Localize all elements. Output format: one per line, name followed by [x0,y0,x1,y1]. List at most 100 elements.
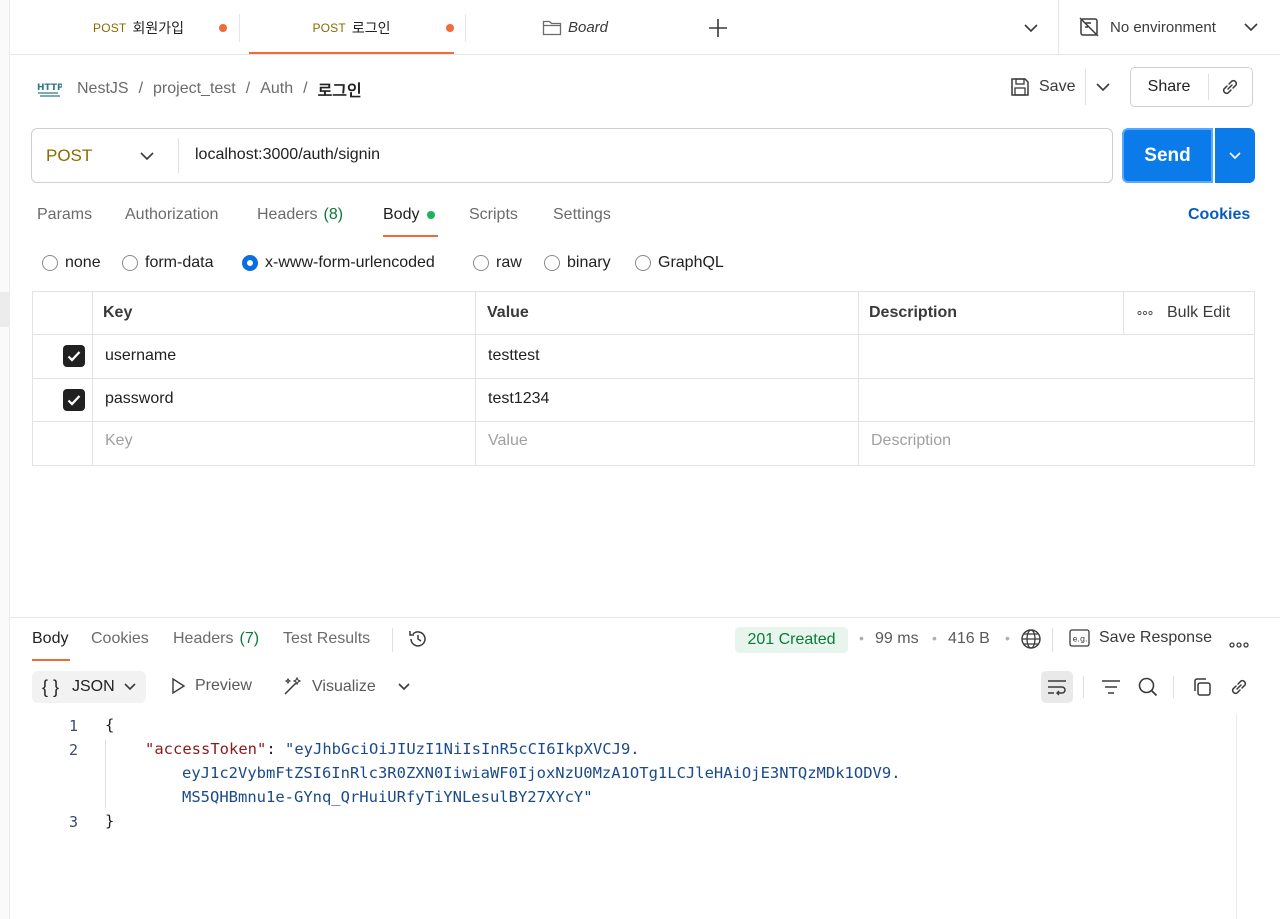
active-tab-indicator [249,52,454,54]
visualize-label: Visualize [312,677,376,695]
response-tab-test-results[interactable]: Test Results [283,630,370,648]
preview-label: Preview [195,677,252,694]
wrap-lines-icon [1046,677,1068,702]
new-value-input[interactable]: Value [488,432,528,450]
visualize-button[interactable]: Visualize [282,676,376,697]
radio-graphql[interactable] [635,255,651,271]
new-description-input[interactable]: Description [871,432,951,450]
json-open-brace: { [105,716,115,734]
param-value[interactable]: test1234 [488,390,549,408]
url-input[interactable]: localhost:3000/auth/signin [195,146,380,164]
tab-method: POST [312,20,346,35]
row-checkbox[interactable] [63,345,85,367]
response-tab-cookies[interactable]: Cookies [91,630,149,648]
preview-button[interactable]: Preview [170,677,252,695]
new-tab-plus-icon[interactable] [707,17,729,44]
save-response-button[interactable]: e.g. Save Response [1069,629,1212,647]
tabs-overflow-chevron-icon[interactable] [1022,20,1040,41]
bulk-edit-button[interactable]: Bulk Edit [1137,304,1230,322]
response-tab-headers[interactable]: Headers (7) [173,630,259,648]
tab-body[interactable]: Body [383,206,436,224]
history-icon[interactable] [407,628,429,655]
response-size[interactable]: 416 B [948,630,990,648]
param-key[interactable]: username [105,347,176,365]
radio-binary[interactable] [544,255,560,271]
search-icon[interactable] [1137,676,1159,703]
link-icon[interactable] [1228,676,1250,703]
unsaved-dot-icon [446,24,454,32]
radio-raw-label: raw [496,254,522,271]
http-request-icon: HTTP [36,76,64,103]
body-active-dot-icon [427,211,436,219]
meta-separator: • [859,630,864,646]
visualize-options-chevron-icon[interactable] [396,680,412,699]
send-button[interactable]: Send [1122,128,1213,183]
param-value[interactable]: testtest [488,347,540,365]
toolbar-divider [1173,676,1174,698]
tab-body-label: Body [383,206,420,223]
chevron-down-icon [1242,19,1260,35]
radio-none[interactable] [42,255,58,271]
line-number: 3 [69,813,79,831]
chevron-down-icon [122,680,138,699]
share-button[interactable]: Share [1130,67,1208,107]
tab-params[interactable]: Params [37,206,92,224]
json-braces-icon: { } [42,677,60,697]
tab-headers[interactable]: Headers (8) [257,206,343,224]
response-tab-headers-label: Headers [173,630,234,647]
network-globe-icon[interactable] [1020,628,1042,655]
tab-board[interactable]: Board [470,0,680,55]
method-select[interactable]: POST [46,146,156,166]
param-key[interactable]: password [105,390,173,408]
more-options-icon[interactable] [1229,636,1249,654]
more-options-icon [1137,310,1153,316]
column-header-key: Key [103,304,133,321]
bulk-edit-label: Bulk Edit [1167,304,1231,321]
line-number: 1 [69,717,79,735]
tab-authorization[interactable]: Authorization [125,206,218,224]
filter-icon[interactable] [1100,677,1122,702]
json-value-continued: MS5QHBmnu1e-GYnq_QrHuiURfyTiYNLesulBY27X… [182,788,593,806]
save-icon [1009,76,1031,98]
send-options-button[interactable] [1215,128,1255,183]
tab-signin[interactable]: POST 로그인 [249,0,454,55]
breadcrumb-separator: / [138,80,144,97]
active-tab-indicator [32,659,70,661]
copy-icon[interactable] [1191,676,1213,703]
save-button[interactable]: Save [1009,76,1075,98]
breadcrumb-item-workspace[interactable]: NestJS [77,80,129,98]
radio-urlencoded-label: x-www-form-urlencoded [265,254,435,271]
check-icon [67,394,81,406]
breadcrumb-separator: / [303,80,308,97]
tab-scripts[interactable]: Scripts [469,206,518,224]
new-key-input[interactable]: Key [105,432,133,450]
cookies-link[interactable]: Cookies [1188,206,1250,224]
tab-settings[interactable]: Settings [553,206,611,224]
scrollbar-track[interactable] [1236,714,1237,919]
copy-link-icon[interactable] [1219,76,1241,103]
save-options-chevron-icon[interactable] [1094,79,1112,100]
env-divider [1058,0,1059,55]
radio-raw[interactable] [473,255,489,271]
breadcrumb: NestJS / project_test / Auth / 로그인 [77,77,362,101]
response-tab-body[interactable]: Body [32,630,68,648]
response-divider[interactable] [10,617,1280,618]
json-close-brace: } [105,812,115,830]
svg-text:HTTP: HTTP [37,83,62,93]
tab-divider [239,14,240,42]
radio-form-data[interactable] [122,255,138,271]
gutter-resize-handle[interactable] [0,292,9,327]
environment-label: No environment [1110,18,1216,36]
status-badge[interactable]: 201 Created [735,627,848,653]
radio-form-data-label: form-data [145,254,214,271]
radio-urlencoded[interactable] [242,255,258,271]
row-checkbox[interactable] [63,389,85,411]
environment-selector[interactable]: No environment [1078,16,1260,38]
response-time[interactable]: 99 ms [875,630,919,648]
tab-signup[interactable]: POST 회원가입 [36,0,241,55]
breadcrumb-item-collection[interactable]: project_test [153,80,236,98]
breadcrumb-item-folder[interactable]: Auth [260,80,293,98]
request-name[interactable]: 로그인 [318,77,362,101]
method-label: POST [46,146,93,165]
tab-headers-count: (8) [323,206,344,223]
